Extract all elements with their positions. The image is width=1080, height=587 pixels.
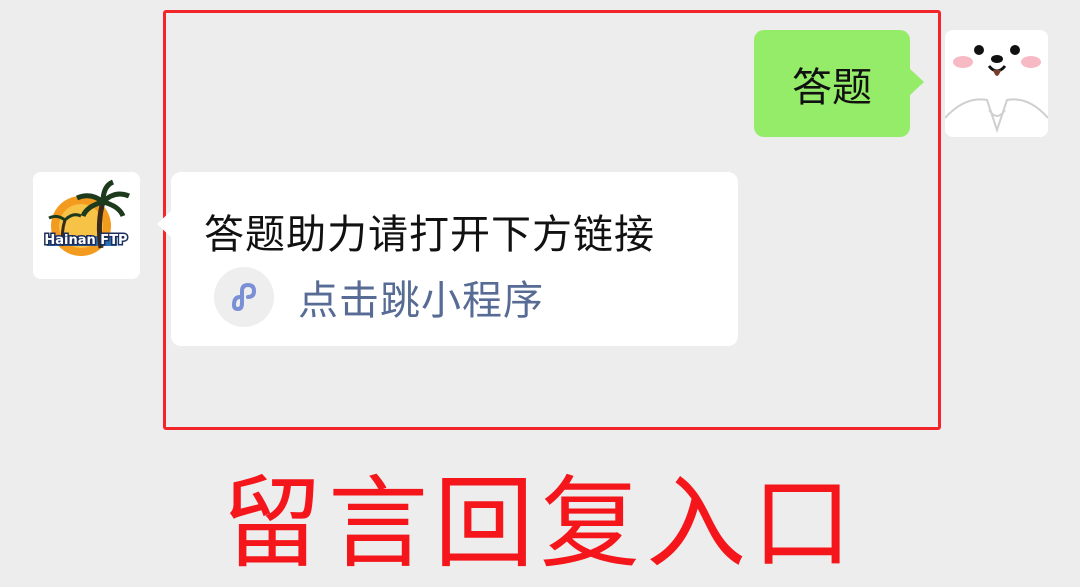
received-message-text: 答题助力请打开下方链接 [204, 212, 655, 258]
mini-program-link[interactable]: 点击跳小程序 [214, 267, 544, 327]
mini-program-link-icon [214, 267, 274, 327]
mini-program-link-text[interactable]: 点击跳小程序 [298, 268, 544, 326]
bear-avatar-icon [945, 30, 1048, 137]
sent-message-bubble[interactable]: 答题 [754, 30, 924, 137]
sent-message-text: 答题 [792, 64, 872, 111]
caption-text: 留言回复入口 [222, 465, 858, 582]
user-avatar[interactable] [945, 30, 1048, 137]
bot-avatar[interactable]: Hainan FTP [33, 172, 140, 279]
palm-sunset-logo-icon: Hainan FTP [33, 172, 140, 279]
received-message-bubble[interactable]: 答题助力请打开下方链接 点击跳小程序 [157, 172, 738, 346]
avatar-logo-text: Hainan FTP [44, 233, 127, 248]
